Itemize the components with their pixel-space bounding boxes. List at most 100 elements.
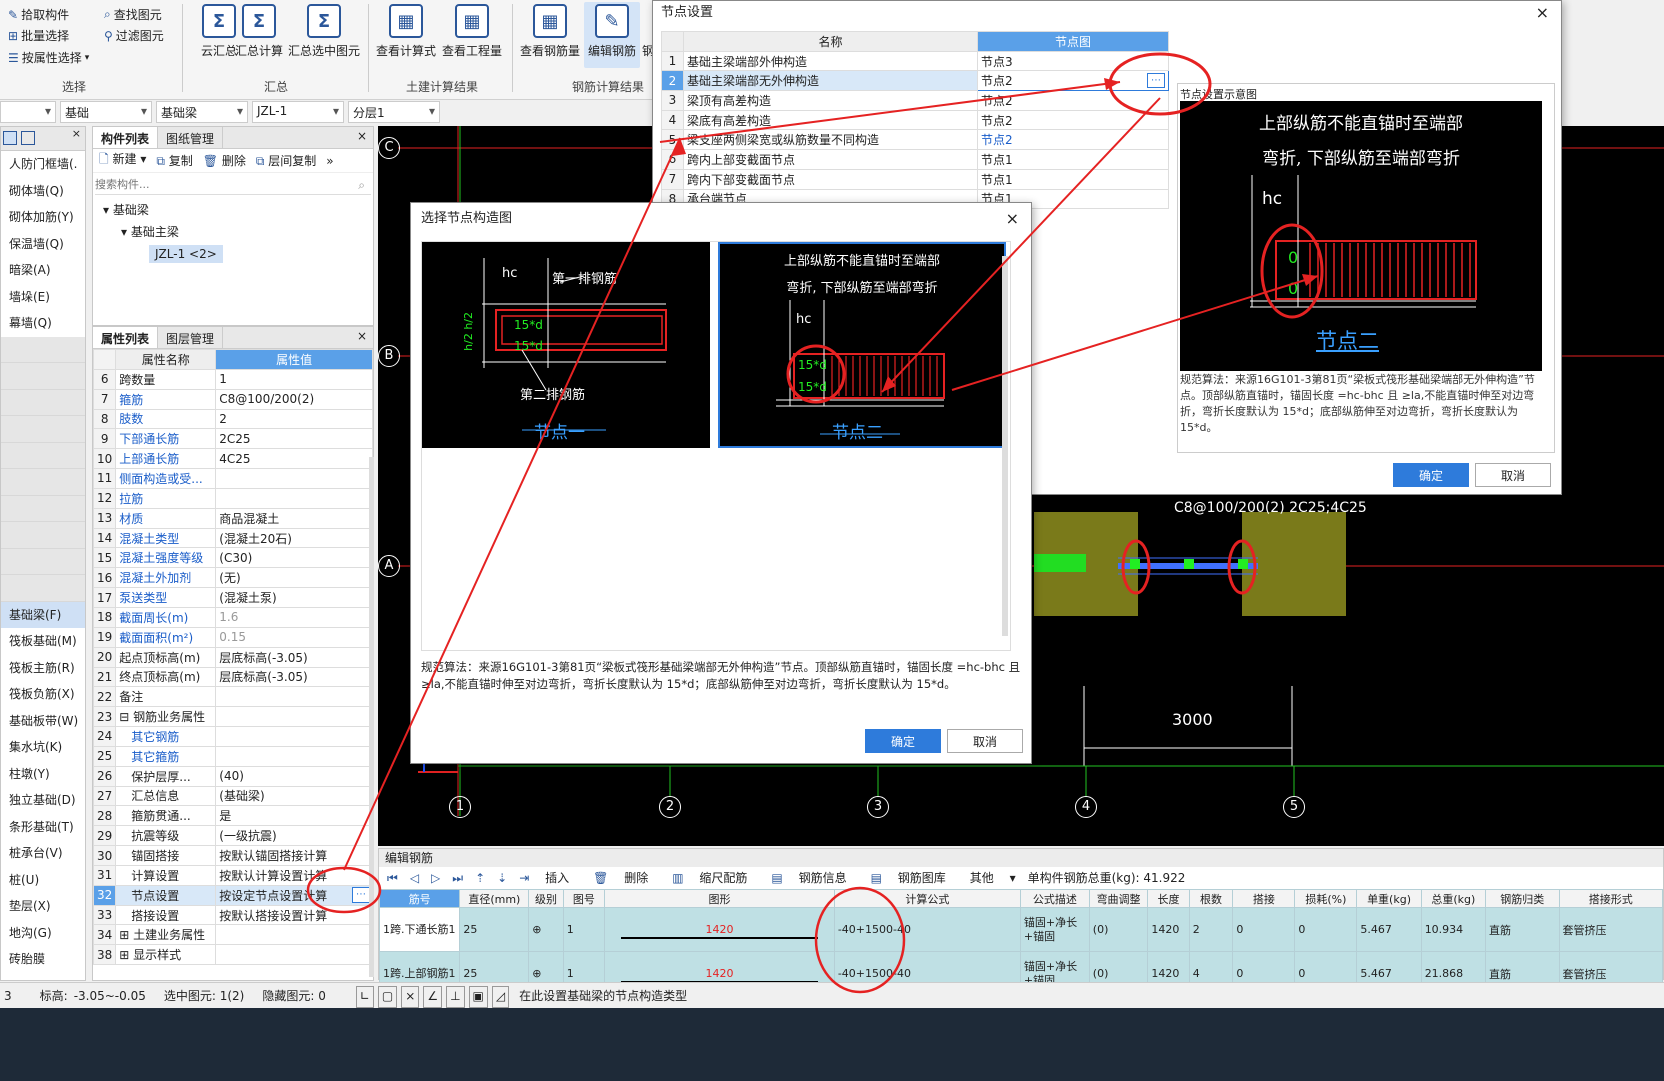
- ellipsis-icon[interactable]: ⋯: [1147, 73, 1165, 89]
- nav-item[interactable]: 条形基础(T): [1, 814, 85, 841]
- ellipsis-icon[interactable]: ⋯: [352, 886, 370, 903]
- nav-item[interactable]: [1, 336, 85, 363]
- property-value[interactable]: (一级抗震): [215, 825, 373, 847]
- nav-item[interactable]: 地沟(G): [1, 920, 85, 947]
- more-icon[interactable]: »: [326, 154, 333, 168]
- property-row[interactable]: 24 其它钢筋: [92, 726, 373, 747]
- list-view-icon[interactable]: [3, 131, 17, 145]
- close-icon[interactable]: ×: [351, 327, 373, 348]
- snap-icon[interactable]: ∟: [355, 986, 374, 1008]
- nav-item[interactable]: 砌体墙(Q): [1, 178, 85, 205]
- tab-layer-management[interactable]: 图层管理: [158, 327, 224, 348]
- property-row[interactable]: 13 材质 商品混凝土: [92, 507, 373, 529]
- rebar-cell-dia[interactable]: 25: [459, 907, 530, 952]
- select-node-cancel-button[interactable]: 取消: [947, 729, 1023, 753]
- node-setting-value[interactable]: 节点3: [977, 50, 1169, 72]
- view-icon[interactable]: ▣: [468, 986, 488, 1008]
- select-node-ok-button[interactable]: 确定: [865, 729, 941, 753]
- nav-item[interactable]: [1, 469, 85, 496]
- selector-layer[interactable]: 分层1: [348, 101, 440, 123]
- rebar-cell-grade[interactable]: ⊕: [528, 907, 564, 952]
- property-value[interactable]: 层底标高(-3.05): [215, 666, 373, 688]
- cross-icon[interactable]: ⨯: [401, 986, 420, 1008]
- delete-row-button[interactable]: 🗑 删除: [593, 867, 660, 889]
- property-row[interactable]: 26 保护层厚... (40): [92, 765, 373, 787]
- property-row[interactable]: 28 箍筋贯通... 是: [92, 805, 373, 827]
- angle-icon[interactable]: ∠: [423, 986, 443, 1008]
- close-icon[interactable]: ×: [351, 127, 373, 148]
- property-value[interactable]: 2: [215, 408, 373, 430]
- property-value[interactable]: (混凝土20石): [215, 527, 373, 549]
- summary-calc-button[interactable]: Σ 汇总计算: [228, 4, 290, 59]
- rebar-cell-fig[interactable]: 1: [562, 907, 606, 952]
- rebar-cell-lap[interactable]: 0: [1232, 907, 1296, 952]
- nav-item[interactable]: 暗梁(A): [1, 257, 85, 284]
- tab-drawing-management[interactable]: 图纸管理: [158, 127, 224, 148]
- close-icon[interactable]: ×: [1536, 1, 1549, 25]
- rebar-cell-len[interactable]: 1420: [1147, 907, 1190, 952]
- property-value[interactable]: 是: [215, 805, 373, 827]
- node-setting-row[interactable]: 3 梁顶有高差构造 节点2: [661, 90, 1169, 111]
- nav-item[interactable]: 垫层(X): [1, 893, 85, 920]
- tab-component-list[interactable]: 构件列表: [93, 127, 159, 148]
- property-row[interactable]: 9 下部通长筋 2C25: [92, 428, 373, 450]
- rebar-cell-cat[interactable]: 直筋: [1485, 907, 1560, 952]
- property-row[interactable]: 34 ⊞ 土建业务属性: [92, 924, 373, 946]
- property-value[interactable]: C8@100/200(2): [215, 388, 373, 410]
- node-option-1[interactable]: hc 第一排钢筋 第二排钢筋 h/2 h/2 15*d 15*d 节点一: [422, 242, 710, 448]
- rebar-cell-total[interactable]: 10.934: [1420, 907, 1487, 952]
- tree-node-child[interactable]: ▾ 基础主梁: [103, 221, 373, 243]
- property-row[interactable]: 38 ⊞ 显示样式: [92, 944, 373, 966]
- property-value[interactable]: [215, 686, 373, 708]
- selector-type[interactable]: 基础梁: [156, 101, 248, 123]
- nav-item[interactable]: 独立基础(D): [1, 787, 85, 814]
- property-value[interactable]: [215, 487, 373, 509]
- tree-node-leaf[interactable]: JZL-1 <2>: [149, 245, 223, 263]
- node-settings-ok-button[interactable]: 确定: [1393, 463, 1469, 487]
- node-setting-value[interactable]: 节点2 ⋯: [977, 70, 1169, 92]
- view-rebar-button[interactable]: ▦ 查看钢筋量: [518, 4, 582, 59]
- nav-item[interactable]: [1, 575, 85, 602]
- property-value[interactable]: (C30): [215, 547, 373, 569]
- property-value[interactable]: 4C25: [215, 448, 373, 470]
- property-row[interactable]: 21 终点顶标高(m) 层底标高(-3.05): [92, 666, 373, 688]
- node-setting-row[interactable]: 2 基础主梁端部无外伸构造 节点2 ⋯: [661, 70, 1169, 92]
- new-button[interactable]: 🗋 新建 ▾: [99, 150, 146, 171]
- property-row[interactable]: 15 混凝土强度等级 (C30): [92, 547, 373, 569]
- node-setting-row[interactable]: 6 跨内上部变截面节点 节点1: [661, 149, 1169, 170]
- nav-item[interactable]: 幕墙(Q): [1, 310, 85, 337]
- rebar-cell-loss[interactable]: 0: [1294, 907, 1358, 952]
- property-value[interactable]: (基础梁): [215, 785, 373, 807]
- property-row[interactable]: 19 截面面积(m²) 0.15: [92, 626, 373, 648]
- property-value[interactable]: 0.15: [215, 626, 373, 648]
- nav-item[interactable]: [1, 442, 85, 469]
- selector-component[interactable]: JZL-1: [252, 101, 344, 123]
- tab-property-list[interactable]: 属性列表: [93, 327, 159, 348]
- property-row[interactable]: 11 侧面构造或受...: [92, 468, 373, 489]
- close-icon[interactable]: ×: [1006, 203, 1019, 235]
- view-formula-button[interactable]: ▦ 查看计算式: [374, 4, 438, 59]
- property-row[interactable]: 31 计算设置 按默认计算设置计算: [92, 864, 373, 886]
- property-row[interactable]: 14 混凝土类型 (混凝土20石): [92, 527, 373, 549]
- rebar-cell-unit[interactable]: 5.467: [1356, 907, 1422, 952]
- rebar-cell-formula[interactable]: -40+1500-40: [833, 907, 1021, 952]
- select-by-attribute-button[interactable]: ☰ 按属性选择 ▾: [8, 49, 89, 66]
- nav-item[interactable]: 筏板负筋(X): [1, 681, 85, 708]
- property-value[interactable]: [215, 468, 373, 489]
- filter-element-button[interactable]: ⚲ 过滤图元: [104, 27, 164, 44]
- property-row[interactable]: 30 锚固搭接 按默认锚固搭接计算: [92, 845, 373, 866]
- property-row[interactable]: 20 起点顶标高(m) 层底标高(-3.05): [92, 646, 373, 668]
- rect-select-icon[interactable]: ▢: [377, 986, 398, 1008]
- last-icon[interactable]: ⏭: [452, 867, 463, 889]
- floor-copy-button[interactable]: ⧉ 层间复制: [256, 152, 316, 169]
- nav-item[interactable]: 桩(U): [1, 867, 85, 894]
- find-element-button[interactable]: ⌕ 查找图元: [104, 6, 162, 23]
- node-setting-value[interactable]: 节点2: [977, 109, 1169, 131]
- node-option-2[interactable]: 上部纵筋不能直锚时至端部 弯折, 下部纵筋至端部弯折 hc 15*d 15*d …: [718, 242, 1006, 448]
- property-value[interactable]: [215, 745, 373, 767]
- first-icon[interactable]: ⏮: [387, 867, 398, 889]
- rebar-cell-bend[interactable]: (0): [1088, 907, 1149, 952]
- rebar-cell-shape[interactable]: 1420: [604, 907, 835, 952]
- property-row[interactable]: 32 节点设置 按设定节点设置计算 ⋯: [92, 884, 373, 906]
- node-setting-row[interactable]: 4 梁底有高差构造 节点2: [661, 109, 1169, 131]
